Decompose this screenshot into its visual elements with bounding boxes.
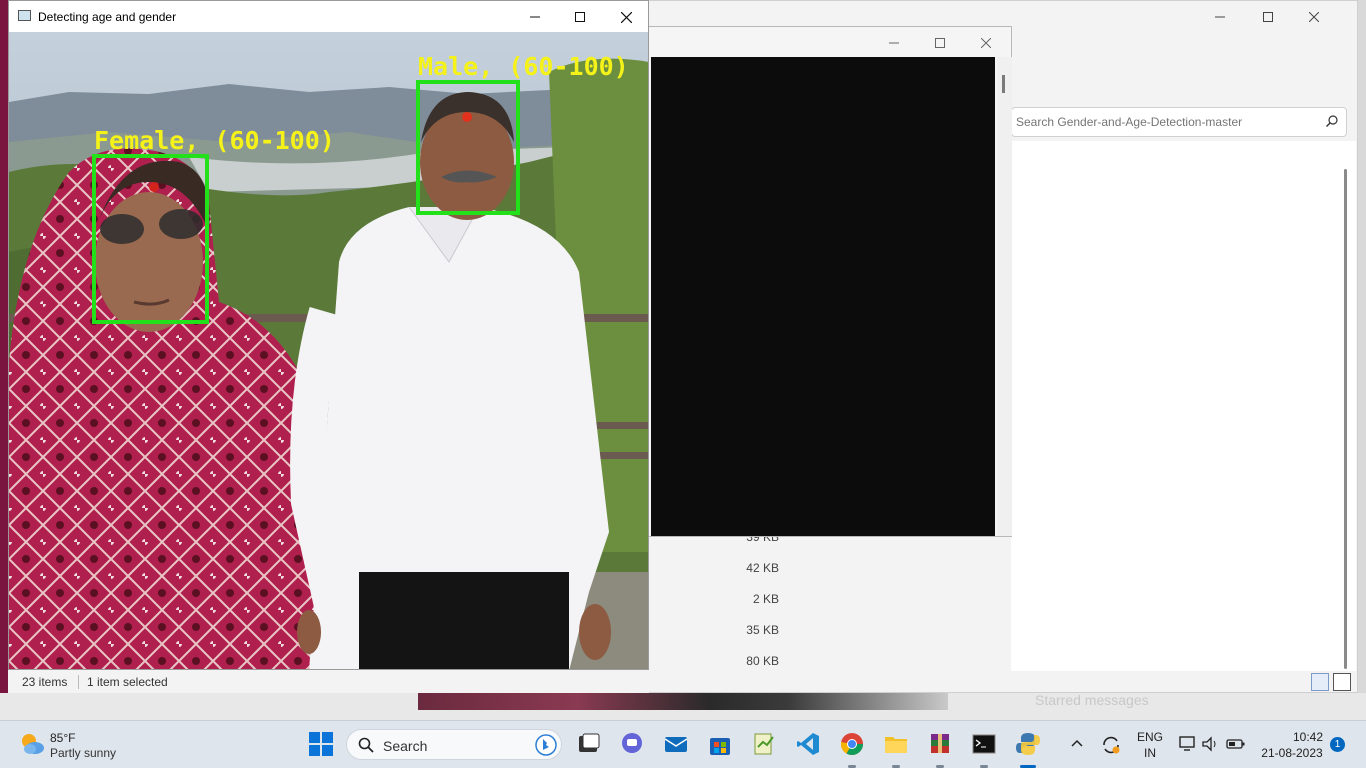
volume-icon[interactable] xyxy=(1201,735,1221,753)
details-view-button[interactable] xyxy=(1311,673,1329,691)
file-size: 80 KB xyxy=(746,654,779,668)
file-size: 35 KB xyxy=(746,623,779,637)
clock-date: 21-08-2023 xyxy=(1261,746,1323,760)
clock[interactable]: 10:42 21-08-2023 xyxy=(1255,730,1329,760)
chevron-up-icon[interactable] xyxy=(1068,735,1086,753)
photo-canvas: Female, (60-100) Male, (60-100) xyxy=(9,32,648,669)
clock-time: 10:42 xyxy=(1292,730,1323,744)
notification-badge[interactable]: 1 xyxy=(1330,737,1345,752)
search-label: Search xyxy=(383,738,428,754)
console-scrollbar[interactable] xyxy=(997,57,1012,536)
store-icon[interactable] xyxy=(707,731,733,757)
scroll-thumb[interactable] xyxy=(1002,75,1005,93)
close-icon xyxy=(620,11,632,23)
maximize-button[interactable] xyxy=(1245,1,1291,33)
weather-widget[interactable]: 85°F Partly sunny xyxy=(18,729,116,760)
detection-window: Detecting age and gender Female, (60-100… xyxy=(8,0,649,670)
start-icon[interactable] xyxy=(308,731,334,757)
window-title: Detecting age and gender xyxy=(38,10,177,24)
network-icon[interactable] xyxy=(1178,735,1198,753)
sync-icon[interactable] xyxy=(1100,734,1122,756)
starred-messages-text: Starred messages xyxy=(1035,692,1149,708)
console-titlebar xyxy=(871,27,1011,57)
weather-temperature: 85°F xyxy=(50,731,76,745)
close-icon xyxy=(1309,12,1319,22)
minimize-button[interactable] xyxy=(1197,1,1243,33)
explorer-titlebar xyxy=(1197,1,1357,33)
tiles-view-button[interactable] xyxy=(1333,673,1351,691)
console-window xyxy=(600,26,1012,537)
detection-titlebar: Detecting age and gender xyxy=(9,1,648,32)
file-explorer-icon[interactable] xyxy=(883,731,909,757)
view-toggle xyxy=(1311,673,1351,691)
chrome-icon[interactable] xyxy=(839,731,865,757)
teams-chat-icon[interactable] xyxy=(619,731,645,757)
region-code: IN xyxy=(1144,746,1156,760)
explorer-search-box[interactable] xyxy=(1011,107,1347,137)
explorer-file-list[interactable] xyxy=(1011,141,1356,671)
file-size: 42 KB xyxy=(746,561,779,575)
minimize-icon xyxy=(530,16,540,18)
file-size: 2 KB xyxy=(752,592,779,606)
face-label-male: Male, (60-100) xyxy=(418,52,629,81)
mail-icon[interactable] xyxy=(663,731,689,757)
console-maximize-button[interactable] xyxy=(917,27,963,59)
maximize-icon xyxy=(935,38,945,48)
console-close-button[interactable] xyxy=(963,27,1009,59)
close-button[interactable] xyxy=(603,1,648,33)
file-size-column: 39 KB 42 KB 2 KB 35 KB 80 KB xyxy=(719,526,779,681)
close-button[interactable] xyxy=(1291,1,1337,33)
weather-condition: Partly sunny xyxy=(50,746,117,760)
language-code: ENG xyxy=(1136,730,1163,744)
background-photo-strip xyxy=(418,693,948,710)
explorer-status-bar: 23 items 1 item selected xyxy=(8,670,649,693)
minimize-button[interactable] xyxy=(512,1,558,33)
minimize-icon xyxy=(1215,16,1225,18)
app-icon xyxy=(18,10,31,21)
minimize-icon xyxy=(889,42,899,44)
console-minimize-button[interactable] xyxy=(871,27,917,59)
battery-icon[interactable] xyxy=(1225,736,1247,752)
explorer-scrollbar[interactable] xyxy=(1344,169,1347,669)
terminal-icon[interactable] xyxy=(971,731,997,757)
bing-icon xyxy=(535,734,557,756)
notepad-plus-icon[interactable] xyxy=(751,731,777,757)
item-count: 23 items xyxy=(22,675,68,689)
task-view-icon[interactable] xyxy=(576,731,602,757)
winrar-icon[interactable] xyxy=(927,731,953,757)
taskbar-search[interactable]: Search xyxy=(346,729,562,760)
partly-sunny-icon xyxy=(22,734,44,754)
close-icon xyxy=(981,38,991,48)
face-label-female: Female, (60-100) xyxy=(94,126,335,155)
maximize-icon xyxy=(575,12,585,22)
maximize-icon xyxy=(1263,12,1273,22)
console-output[interactable] xyxy=(651,57,995,536)
language-indicator[interactable]: ENG IN xyxy=(1133,730,1167,760)
python-icon[interactable] xyxy=(1015,731,1041,757)
search-icon xyxy=(358,737,374,753)
search-icon xyxy=(1326,115,1338,127)
search-input[interactable] xyxy=(1014,108,1308,136)
selection-count: 1 item selected xyxy=(87,675,168,689)
vscode-icon[interactable] xyxy=(795,731,821,757)
maximize-button[interactable] xyxy=(557,1,603,33)
taskbar: 85°F Partly sunny Search ENG IN 10:42 21… xyxy=(0,720,1366,768)
detection-image: Female, (60-100) Male, (60-100) xyxy=(9,32,648,669)
